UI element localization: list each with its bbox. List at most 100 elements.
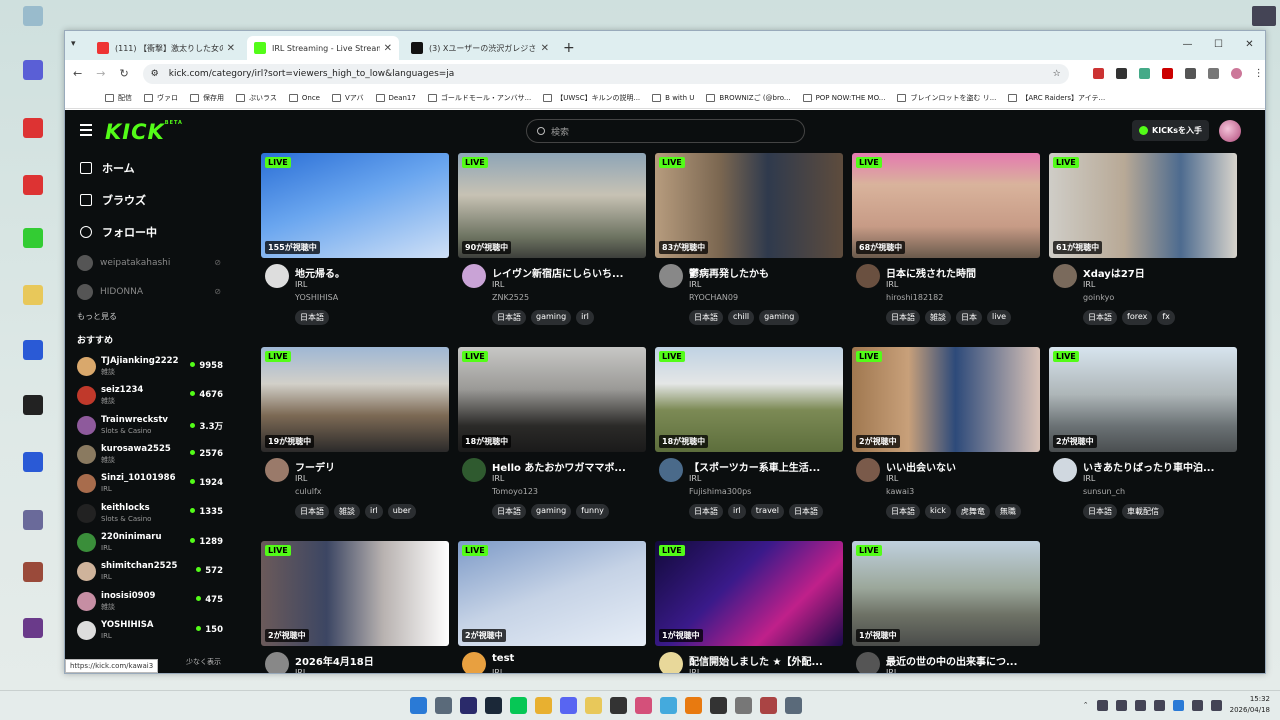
sidebar-item-following[interactable]: フォロー中 [65, 216, 233, 248]
app-icon[interactable] [660, 697, 677, 714]
image-file-icon-2[interactable] [8, 562, 58, 584]
app-icon[interactable] [435, 697, 452, 714]
stream-card[interactable]: LIVE 68が視聴中 日本に残された時間 IRL hiroshi182182 日本語 雑談… [852, 153, 1040, 328]
roblox-studio-icon[interactable] [8, 395, 58, 417]
stream-thumbnail[interactable]: LIVE 2が視聴中 [261, 541, 449, 646]
stream-category[interactable]: IRL [492, 474, 504, 483]
recommended-channel[interactable]: TJAjianking2222 雑談 9958 [65, 352, 233, 381]
streamer-name[interactable]: kawai3 [886, 487, 914, 496]
tag-chip[interactable]: 雑談 [334, 504, 360, 519]
maximize-icon[interactable]: ☐ [1203, 31, 1234, 57]
extension-icon[interactable] [1161, 68, 1173, 79]
avatar[interactable] [659, 264, 683, 288]
explorer-icon[interactable] [585, 697, 602, 714]
tray-icon[interactable] [1115, 699, 1127, 711]
stream-thumbnail[interactable]: LIVE 61が視聴中 [1049, 153, 1237, 258]
tray-icon[interactable] [1153, 699, 1165, 711]
stream-card[interactable]: LIVE 2が視聴中 2026年4月18日 IRL [261, 541, 449, 673]
stream-title[interactable]: test [492, 653, 642, 664]
app-icon[interactable] [685, 697, 702, 714]
extension-icon[interactable] [1138, 68, 1150, 79]
stream-title[interactable]: 最近の世の中の出来事につ... [886, 653, 1036, 668]
tag-chip[interactable]: 虎舞竜 [955, 504, 990, 519]
avatar[interactable] [265, 264, 289, 288]
image-file-icon[interactable] [8, 510, 58, 532]
chrome-icon[interactable] [535, 697, 552, 714]
recommended-channel[interactable]: keithlocks Slots & Casino 1335 [65, 498, 233, 527]
sidebar-item-home[interactable]: ホーム [65, 152, 233, 184]
site-info-icon[interactable]: ⚙ [151, 69, 159, 79]
stream-category[interactable]: IRL [1083, 280, 1095, 289]
stream-category[interactable]: IRL [689, 474, 701, 483]
tab-x[interactable]: (3) Xユーザーの渋沢ガレジさん「[招待】 ✕ [404, 36, 556, 60]
network-icon[interactable] [1191, 699, 1203, 711]
recommended-channel[interactable]: inosisi0909 雑談 475 [65, 586, 233, 615]
streamer-name[interactable]: RYOCHAN09 [689, 293, 738, 302]
hamburger-menu-icon[interactable] [80, 124, 92, 139]
app-icon[interactable] [610, 697, 627, 714]
tag-chip[interactable]: 車載配信 [1122, 504, 1164, 519]
stream-card[interactable]: LIVE 83が視聴中 鬱病再発したかも IRL RYOCHAN09 日本語 chill ga… [655, 153, 843, 328]
stream-title[interactable]: レイヴン新宿店にしらいち... [492, 265, 642, 280]
close-icon[interactable]: ✕ [541, 43, 549, 54]
stream-thumbnail[interactable]: LIVE 2が視聴中 [458, 541, 646, 646]
user-avatar[interactable] [1219, 120, 1241, 142]
kick-logo[interactable]: KICKBETA [105, 120, 183, 144]
stream-title[interactable]: 日本に残された時間 [886, 265, 1036, 280]
app-icon[interactable] [760, 697, 777, 714]
stream-thumbnail[interactable]: LIVE 2が視聴中 [1049, 347, 1237, 452]
stream-card[interactable]: LIVE 1が視聴中 配信開始しました ★【外配... IRL [655, 541, 843, 673]
tag-chip[interactable]: kick [925, 504, 951, 519]
stream-thumbnail[interactable]: LIVE 18が視聴中 [458, 347, 646, 452]
stream-card[interactable]: LIVE 1が視聴中 最近の世の中の出来事につ... IRL [852, 541, 1040, 673]
back-icon[interactable]: ← [73, 67, 82, 80]
stream-card[interactable]: LIVE 2が視聴中 test IRL [458, 541, 646, 673]
stream-card[interactable]: LIVE 18が視聴中 【スポーツカー系車上生活... IRL Fujishima300… [655, 347, 843, 522]
avatar[interactable] [265, 652, 289, 673]
puzzle-icon[interactable] [1207, 68, 1219, 79]
bookmark[interactable]: B with U [652, 93, 694, 102]
tag-chip[interactable]: forex [1122, 310, 1153, 325]
microphone-icon[interactable] [1134, 699, 1146, 711]
recommended-channel[interactable]: Sinzi_10101986 IRL 1924 [65, 469, 233, 498]
stream-category[interactable]: IRL [689, 668, 701, 673]
clock[interactable]: 15:32 2026/04/18 [1230, 694, 1270, 716]
tag-chip[interactable]: 日本語 [1083, 504, 1117, 519]
stream-category[interactable]: IRL [886, 280, 898, 289]
volume-icon[interactable] [1210, 699, 1222, 711]
reload-icon[interactable]: ↻ [119, 67, 128, 80]
avatar[interactable] [856, 264, 880, 288]
streamer-name[interactable]: YOSHIHISA [295, 293, 338, 302]
get-kicks-button[interactable]: KICKsを入手 [1132, 120, 1210, 141]
recommended-channel[interactable]: Trainwreckstv Slots & Casino 3.3万 [65, 411, 233, 440]
followed-channel[interactable]: weipatakahashi ⊘ [65, 248, 233, 277]
menu-icon[interactable]: ⋮ [1254, 68, 1265, 79]
streamer-name[interactable]: sunsun_ch [1083, 487, 1125, 496]
stream-card[interactable]: LIVE 2が視聴中 いきあたりばったり車中泊... IRL sunsun_ch 日本語車… [1049, 347, 1237, 522]
stream-title[interactable]: いきあたりばったり車中泊... [1083, 459, 1233, 474]
recommended-channel[interactable]: kurosawa2525 雑談 2576 [65, 440, 233, 469]
tag-chip[interactable]: funny [576, 504, 609, 519]
avatar[interactable] [659, 652, 683, 673]
avatar[interactable] [265, 458, 289, 482]
avatar[interactable] [462, 264, 486, 288]
folder-icon[interactable] [8, 285, 58, 307]
stream-thumbnail[interactable]: LIVE 19が視聴中 [261, 347, 449, 452]
streamer-name[interactable]: Tomoyo123 [492, 487, 538, 496]
stream-title[interactable]: 【スポーツカー系車上生活... [689, 459, 839, 474]
extension-icon[interactable] [1184, 68, 1196, 79]
tag-chip[interactable]: live [987, 310, 1012, 325]
avatar[interactable] [856, 652, 880, 673]
stream-category[interactable]: IRL [295, 280, 307, 289]
stream-category[interactable]: IRL [492, 668, 504, 673]
tab-kick[interactable]: IRL Streaming - Live Streams on Kick ✕ [247, 36, 399, 60]
stream-category[interactable]: IRL [689, 280, 701, 289]
stream-thumbnail[interactable]: LIVE 155が視聴中 [261, 153, 449, 258]
tag-chip[interactable]: uber [387, 504, 417, 519]
tag-chip[interactable]: 日本語 [886, 504, 920, 519]
pdf-icon-2[interactable] [8, 175, 58, 197]
extension-icon[interactable] [1092, 68, 1104, 79]
streamer-name[interactable]: cululfx [295, 487, 322, 496]
streamer-name[interactable]: goinkyo [1083, 293, 1114, 302]
bookmark[interactable]: Vアバ [331, 93, 364, 103]
